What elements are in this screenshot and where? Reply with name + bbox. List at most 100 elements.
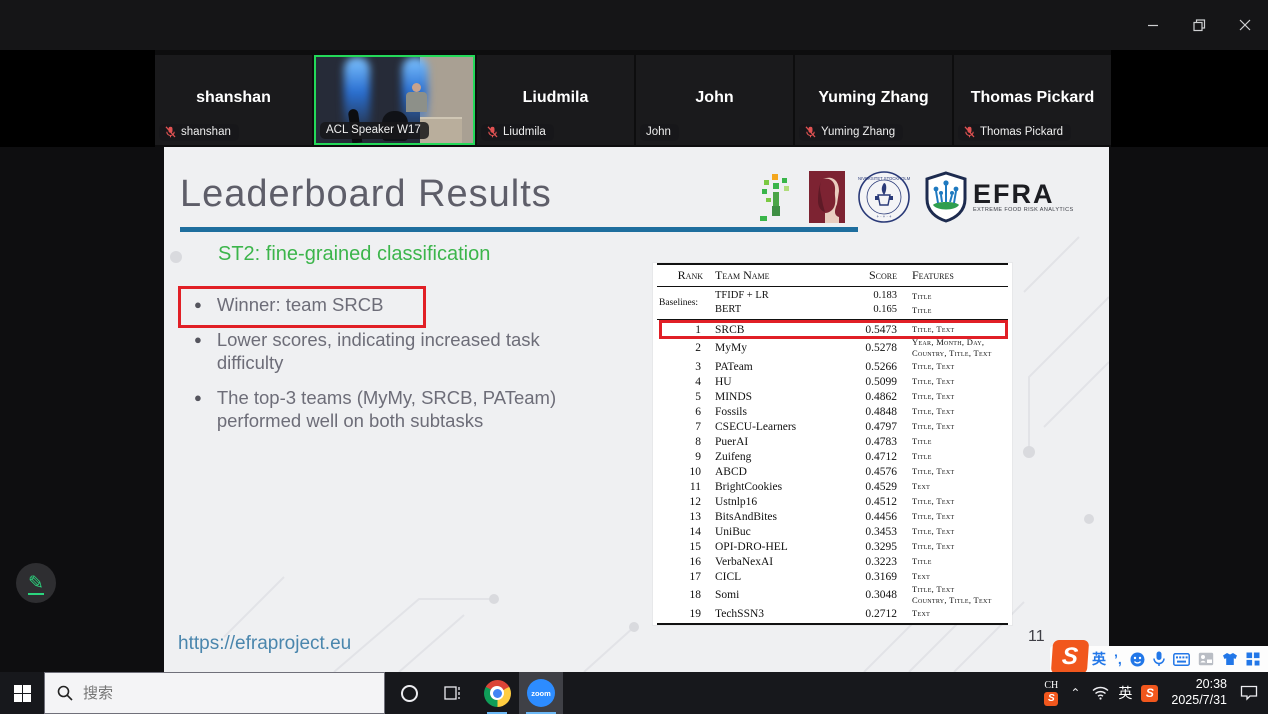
participant-name: Yuming Zhang [795, 89, 952, 107]
leaderboard-row: 17CICL0.3169Text [657, 569, 1008, 584]
participant-label: Thomas Pickard [958, 124, 1071, 141]
start-button[interactable] [0, 672, 44, 714]
minimize-icon [1147, 19, 1159, 31]
baseline-team: TFIDF + LR [707, 289, 859, 303]
logo-row: UNIVERSITET STOCKHOLMS + · + · + [756, 167, 1086, 227]
window-titlebar [0, 0, 1268, 50]
login-account-icon[interactable] [1198, 652, 1214, 666]
participant-name: shanshan [155, 89, 312, 107]
score-cell: 0.3453 [859, 526, 897, 538]
baseline-features: Title [897, 303, 1008, 317]
team-cell: UniBuc [707, 526, 859, 538]
leaderboard-row: 10ABCD0.4576Title, Text [657, 464, 1008, 479]
hidden-icons-chevron[interactable]: ⌃ [1067, 686, 1083, 700]
bullet-marker: ● [194, 293, 202, 316]
participant-label-text: ACL Speaker W17 [326, 124, 421, 136]
score-cell: 0.3223 [859, 556, 897, 568]
toolbox-icon[interactable] [1246, 652, 1260, 666]
punctuation-icon[interactable]: ’, [1114, 651, 1122, 667]
team-cell: VerbaNexAI [707, 556, 859, 568]
rank-cell: 12 [657, 496, 707, 508]
features-cell: Title, Text [897, 421, 1008, 432]
efra-logo: EFRA EXTREME FOOD RISK ANALYTICS [923, 171, 1074, 223]
task-view-button[interactable] [431, 672, 475, 714]
features-cell: Text [897, 481, 1008, 492]
search-input[interactable] [83, 685, 343, 702]
close-button[interactable] [1222, 0, 1268, 50]
efra-name: EFRA [973, 181, 1074, 208]
leaderboard-row: 14UniBuc0.3453Title, Text [657, 524, 1008, 539]
features-cell: Title [897, 436, 1008, 447]
leaderboard-row: 19TechSSN30.2712Text [657, 606, 1008, 621]
rank-cell: 13 [657, 511, 707, 523]
header-score: Score [859, 268, 897, 283]
bullet-item: ●The top-3 teams (MyMy, SRCB, PATeam) pe… [194, 386, 579, 432]
pixel-tree-logo [756, 172, 796, 222]
zoom-taskbar-button[interactable]: zoom [519, 672, 563, 714]
score-cell: 0.4862 [859, 391, 897, 403]
participant-name: John [636, 89, 793, 107]
baseline-features: Title [897, 289, 1008, 303]
participant-label-text: Thomas Pickard [980, 126, 1063, 138]
search-icon [57, 685, 73, 701]
ime-indicator[interactable]: CH S [1044, 681, 1058, 706]
annotate-button[interactable]: ✎ [16, 563, 56, 603]
team-cell: Fossils [707, 406, 859, 418]
participant-label-text: Liudmila [503, 126, 546, 138]
bullet-list: ●Winner: team SRCB ●Lower scores, indica… [194, 293, 579, 444]
tray-language-indicator[interactable]: 英 [1118, 683, 1132, 703]
chrome-icon [484, 680, 511, 707]
pencil-icon: ✎ [28, 572, 44, 595]
features-cell: Title, Text [897, 496, 1008, 507]
participant-label: John [640, 124, 679, 141]
rank-cell: 7 [657, 421, 707, 433]
score-cell: 0.5278 [859, 342, 897, 354]
muted-mic-icon [805, 126, 816, 138]
cortana-button[interactable] [387, 672, 431, 714]
leaderboard-row: 1SRCB0.5473Title, Text [657, 322, 1008, 337]
chrome-taskbar-button[interactable] [475, 672, 519, 714]
skin-icon[interactable] [1222, 652, 1238, 666]
clock-date: 2025/7/31 [1171, 693, 1227, 709]
score-cell: 0.4783 [859, 436, 897, 448]
taskbar-search-box[interactable] [44, 672, 385, 714]
rank-cell: 16 [657, 556, 707, 568]
participant-tile[interactable]: Thomas PickardThomas Pickard [954, 55, 1111, 145]
restore-button[interactable] [1176, 0, 1222, 50]
action-center-button[interactable] [1240, 685, 1258, 701]
team-cell: PATeam [707, 361, 859, 373]
video-tile[interactable]: ACL Speaker W17 [314, 55, 475, 145]
participant-label: shanshan [159, 124, 239, 141]
keyboard-icon[interactable] [1173, 653, 1190, 666]
muted-mic-icon [964, 126, 975, 138]
participant-tile[interactable]: John John [636, 55, 793, 145]
stockholm-university-seal: UNIVERSITET STOCKHOLMS + · + · + [858, 171, 910, 223]
rank-cell: 9 [657, 451, 707, 463]
sogou-mini-icon: S [1044, 692, 1058, 706]
rank-cell: 8 [657, 436, 707, 448]
leaderboard-header: Rank Team Name Score Features [657, 263, 1008, 287]
clock-time: 20:38 [1196, 677, 1227, 693]
leaderboard-row: 6Fossils0.4848Title, Text [657, 404, 1008, 419]
wifi-button[interactable] [1092, 686, 1109, 700]
score-cell: 0.4797 [859, 421, 897, 433]
score-cell: 0.5266 [859, 361, 897, 373]
participant-tile[interactable]: LiudmilaLiudmila [477, 55, 634, 145]
leaderboard-row: 4HU0.5099Title, Text [657, 374, 1008, 389]
slide-title: Leaderboard Results [180, 173, 552, 216]
participant-tile[interactable]: shanshan shanshan [155, 55, 312, 145]
leaderboard-row: 16VerbaNexAI0.3223Title [657, 554, 1008, 569]
participant-tile[interactable]: Yuming ZhangYuming Zhang [795, 55, 952, 145]
taskbar-clock[interactable]: 20:38 2025/7/31 [1167, 677, 1231, 708]
leaderboard-row: 7CSECU-Learners0.4797Title, Text [657, 419, 1008, 434]
features-cell: Title, Text [897, 391, 1008, 402]
emoji-icon[interactable] [1130, 652, 1145, 667]
rank-cell: 10 [657, 466, 707, 478]
minimize-button[interactable] [1130, 0, 1176, 50]
voice-input-icon[interactable] [1153, 651, 1165, 667]
baseline-score: 0.183 [859, 289, 897, 303]
team-cell: CSECU-Learners [707, 421, 859, 433]
leaderboard-row: 11BrightCookies0.4529Text [657, 479, 1008, 494]
sogou-tray-icon[interactable]: S [1141, 685, 1158, 702]
team-cell: OPI-DRO-HEL [707, 541, 859, 553]
